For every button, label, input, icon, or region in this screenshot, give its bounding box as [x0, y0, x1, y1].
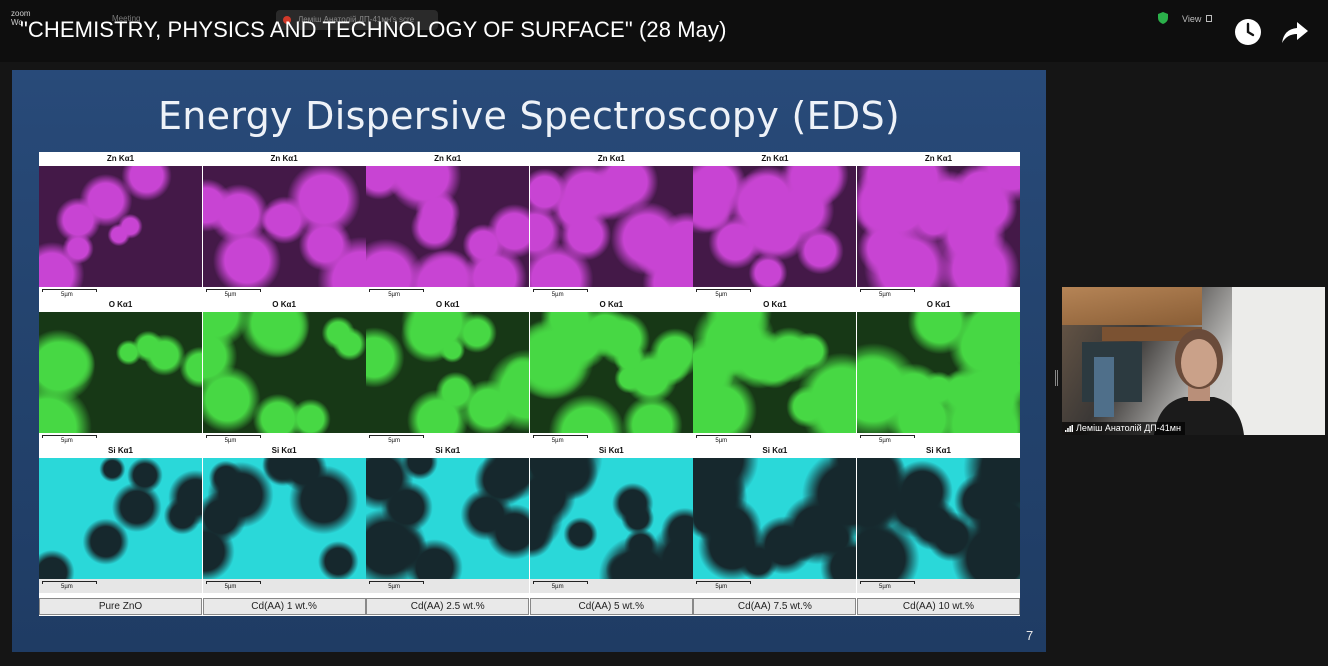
- element-map-image: [39, 166, 202, 289]
- scale-bar-label: 5µm: [388, 584, 400, 590]
- element-header: Si Kα1: [529, 444, 693, 458]
- element-map-image: [857, 166, 1020, 289]
- sample-labels-row: Pure ZnO Cd(AA) 1 wt.% Cd(AA) 2.5 wt.% Cd(A…: [39, 598, 1020, 615]
- scale-bar-label: 5µm: [61, 584, 73, 590]
- element-header: Zn Kα1: [39, 152, 202, 166]
- element-header: O Kα1: [693, 298, 857, 312]
- scale-bar: 5µm: [366, 579, 530, 593]
- element-header: Zn Kα1: [202, 152, 366, 166]
- sample-label: Cd(AA) 2.5 wt.%: [366, 598, 530, 615]
- video-title[interactable]: "CHEMISTRY, PHYSICS AND TECHNOLOGY OF SU…: [20, 17, 727, 43]
- element-header: O Kα1: [39, 298, 202, 312]
- panel-resize-handle[interactable]: [1055, 370, 1058, 386]
- participant-figure: [1154, 329, 1244, 435]
- sample-column: Zn Kα1 5µm O Kα1 5µm Si Kα1 5µm: [693, 152, 857, 616]
- element-map-image: [857, 458, 1020, 581]
- webcam-coat: [1094, 357, 1114, 417]
- sample-label: Pure ZnO: [39, 598, 202, 615]
- element-header: Zn Kα1: [529, 152, 693, 166]
- element-map-image: [693, 166, 857, 289]
- shared-slide: Energy Dispersive Spectroscopy (EDS) Zn …: [12, 70, 1046, 652]
- element-map-image: [366, 166, 530, 289]
- slide-page-number: 7: [1026, 628, 1034, 643]
- participant-name: Леміш Анатолій ДП-41мн: [1062, 422, 1185, 435]
- element-map-image: [693, 458, 857, 581]
- element-map-image: [39, 312, 202, 435]
- element-header: Si Kα1: [693, 444, 857, 458]
- element-header: Zn Kα1: [693, 152, 857, 166]
- view-icon[interactable]: [1206, 15, 1212, 22]
- scale-bar: 5µm: [693, 579, 857, 593]
- sample-column: Zn Kα1 5µm O Kα1 5µm Si Kα1 5µm: [202, 152, 366, 616]
- scale-bar-label: 5µm: [879, 584, 891, 590]
- scale-bar-label: 5µm: [224, 584, 237, 590]
- element-map-image: [529, 312, 693, 435]
- element-header: Si Kα1: [366, 444, 530, 458]
- element-header: O Kα1: [366, 298, 530, 312]
- element-map-image: [529, 166, 693, 289]
- sample-label: Cd(AA) 7.5 wt.%: [693, 598, 857, 615]
- element-map-image: [202, 166, 366, 289]
- scale-bar-label: 5µm: [715, 584, 728, 590]
- element-map-image: [202, 312, 366, 435]
- element-map-image: [529, 458, 693, 581]
- scale-bar: 5µm: [857, 579, 1020, 593]
- sample-label: Cd(AA) 1 wt.%: [202, 598, 366, 615]
- element-header: O Kα1: [202, 298, 366, 312]
- slide-title: Energy Dispersive Spectroscopy (EDS): [157, 94, 901, 138]
- share-icon[interactable]: [1281, 18, 1309, 46]
- element-map-image: [39, 458, 202, 581]
- view-label[interactable]: View: [1182, 14, 1201, 24]
- eds-map-grid: Zn Kα1 5µm O Kα1 5µm Si Kα1 5µm Zn Kα1 5µm O Kα1…: [39, 152, 1020, 616]
- sample-column: Zn Kα1 5µm O Kα1 5µm Si Kα1 5µm: [366, 152, 530, 616]
- participant-video[interactable]: Леміш Анатолій ДП-41мн: [1062, 287, 1325, 435]
- sample-column: Zn Kα1 5µm O Kα1 5µm Si Kα1 5µm: [857, 152, 1020, 616]
- scale-bar-label: 5µm: [551, 584, 564, 590]
- element-header: Si Kα1: [39, 444, 202, 458]
- element-header: O Kα1: [529, 298, 693, 312]
- element-map-image: [366, 458, 530, 581]
- element-header: Zn Kα1: [366, 152, 530, 166]
- element-header: O Kα1: [857, 298, 1020, 312]
- scale-bar: 5µm: [39, 579, 202, 593]
- signal-icon: [1065, 425, 1073, 432]
- element-map-image: [202, 458, 366, 581]
- clock-icon[interactable]: [1234, 18, 1262, 46]
- sample-column: Zn Kα1 5µm O Kα1 5µm Si Kα1 5µm: [529, 152, 693, 616]
- element-header: Si Kα1: [202, 444, 366, 458]
- element-map-image: [366, 312, 530, 435]
- element-header: Zn Kα1: [857, 152, 1020, 166]
- sample-label: Cd(AA) 10 wt.%: [857, 598, 1020, 615]
- sample-label: Cd(AA) 5 wt.%: [529, 598, 693, 615]
- sample-column: Zn Kα1 5µm O Kα1 5µm Si Kα1 5µm: [39, 152, 202, 616]
- element-map-image: [693, 312, 857, 435]
- scale-bar: 5µm: [529, 579, 693, 593]
- scale-bar: 5µm: [202, 579, 366, 593]
- element-header: Si Kα1: [857, 444, 1020, 458]
- shield-icon[interactable]: [1158, 12, 1168, 24]
- top-bar: zoom Wo Meeting Леміш Анатолій ДП-41мн's…: [0, 0, 1328, 62]
- element-map-image: [857, 312, 1020, 435]
